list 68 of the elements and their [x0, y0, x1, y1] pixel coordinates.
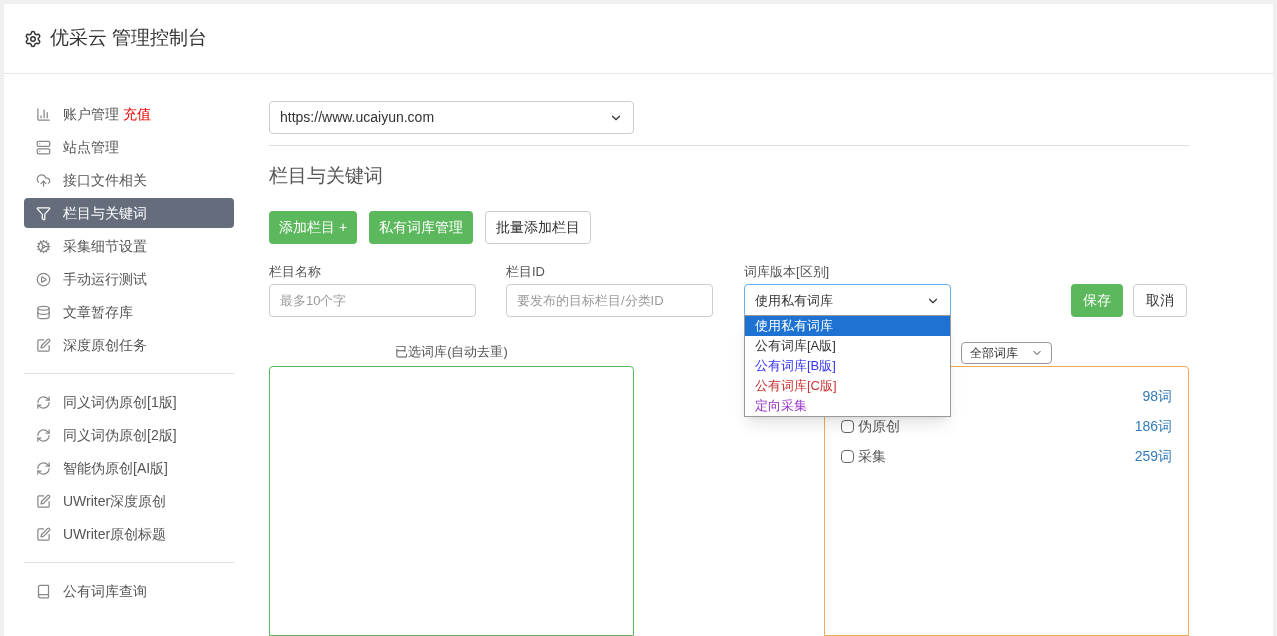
filter-icon: [36, 205, 51, 221]
cloud-upload-icon: [36, 172, 51, 188]
sidebar-item[interactable]: 站点管理: [24, 132, 234, 162]
field-label: 栏目ID: [506, 262, 546, 281]
panel-title: 已选词库(自动去重): [394, 343, 509, 361]
word-count: 259词: [1134, 446, 1172, 466]
dropdown-option[interactable]: 公有词库[B版]: [745, 355, 950, 376]
field-label: 栏目名称: [269, 262, 322, 281]
dropdown-option[interactable]: 公有词库[C版]: [745, 375, 950, 396]
sidebar-label: 文章暂存库: [63, 302, 133, 322]
sidebar-label: 同义词伪原创[1版]: [63, 392, 177, 412]
refresh-icon: [36, 394, 51, 410]
edit-icon: [36, 526, 51, 542]
sidebar-item[interactable]: 同义词伪原创[2版]: [24, 420, 234, 450]
server-icon: [36, 139, 51, 155]
sidebar-item[interactable]: 栏目与关键词: [24, 198, 234, 228]
sidebar-item[interactable]: 公有词库查询: [24, 576, 234, 606]
settings-icon: [24, 29, 42, 48]
refresh-icon: [36, 427, 51, 443]
site-select[interactable]: https://www.ucaiyun.com: [269, 101, 634, 134]
sidebar-label: 智能伪原创[AI版]: [63, 458, 168, 478]
input-field[interactable]: 最多10个字: [269, 284, 476, 317]
sidebar-label: UWriter原创标题: [63, 524, 167, 544]
sidebar-item[interactable]: 采集细节设置: [24, 231, 234, 261]
library-filter-select[interactable]: 全部词库: [961, 342, 1052, 364]
sidebar-item[interactable]: 接口文件相关: [24, 165, 234, 195]
word-count: 186词: [1134, 416, 1172, 436]
cancel-button[interactable]: 取消: [1133, 284, 1187, 317]
sidebar-item[interactable]: 同义词伪原创[1版]: [24, 387, 234, 417]
console-title: 优采云 管理控制台: [50, 26, 208, 51]
section-title: 栏目与关键词: [269, 164, 384, 188]
field-label: 词库版本[区别]: [744, 262, 831, 281]
sidebar-item[interactable]: 手动运行测试: [24, 264, 234, 294]
sidebar-item[interactable]: 深度原创任务: [24, 330, 234, 360]
edit-icon: [36, 493, 51, 509]
sidebar-label: 栏目与关键词: [63, 203, 147, 223]
gear-icon: [36, 238, 51, 254]
library-name: 采集: [858, 446, 886, 466]
checkbox[interactable]: [841, 419, 854, 433]
sidebar-label: 手动运行测试: [63, 269, 147, 289]
sidebar-label: 公有词库查询: [63, 581, 147, 601]
sidebar-label: 账户管理: [63, 104, 119, 124]
action-button[interactable]: 批量添加栏目: [485, 210, 592, 244]
recharge-link[interactable]: 充值: [123, 103, 151, 125]
sidebar-label: 站点管理: [63, 137, 119, 157]
edit-icon: [36, 337, 51, 353]
input-field[interactable]: 要发布的目标栏目/分类ID: [506, 284, 713, 317]
word-count: 98词: [1142, 386, 1172, 406]
sidebar-label: 同义词伪原创[2版]: [63, 425, 177, 445]
refresh-icon: [36, 460, 51, 476]
dropdown-option[interactable]: 公有词库[A版]: [745, 335, 950, 356]
sidebar-label: 采集细节设置: [63, 236, 147, 256]
book-icon: [36, 583, 51, 599]
play-icon: [36, 271, 51, 287]
sidebar-label: 深度原创任务: [63, 335, 147, 355]
sidebar-item[interactable]: UWriter原创标题: [24, 519, 234, 549]
database-icon: [36, 304, 51, 320]
sidebar-label: UWriter深度原创: [63, 491, 167, 511]
sidebar-item[interactable]: 智能伪原创[AI版]: [24, 453, 234, 483]
bar-chart-icon: [36, 106, 51, 122]
library-name: 伪原创: [858, 416, 900, 436]
sidebar-item[interactable]: UWriter深度原创: [24, 486, 234, 516]
checkbox[interactable]: [841, 449, 854, 463]
sidebar-item[interactable]: 账户管理 充值: [24, 99, 234, 129]
sidebar-item[interactable]: 文章暂存库: [24, 297, 234, 327]
dropdown-option[interactable]: 使用私有词库: [745, 315, 950, 336]
sidebar-label: 接口文件相关: [63, 170, 147, 190]
dropdown-option[interactable]: 定向采集: [745, 395, 950, 416]
